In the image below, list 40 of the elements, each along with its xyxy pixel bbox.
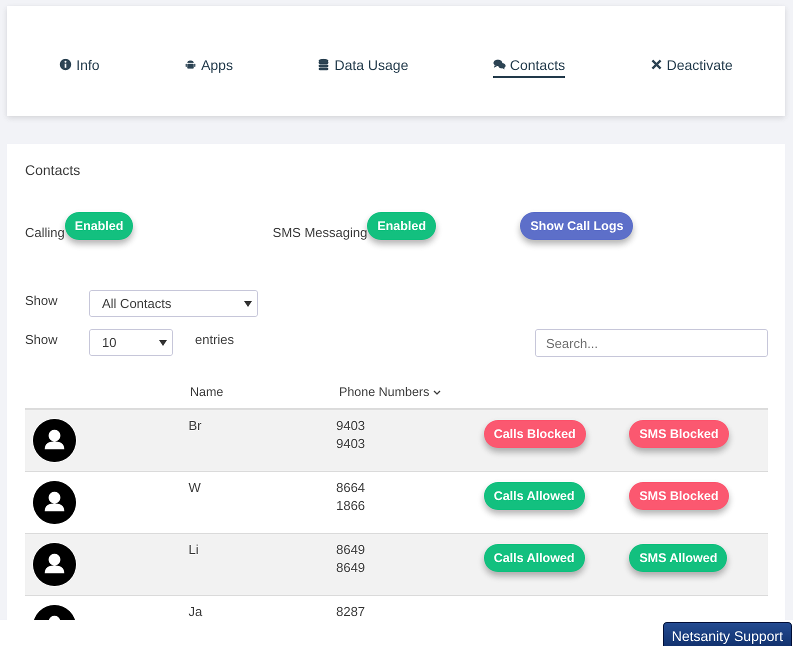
- contact-name: Br: [188, 418, 202, 433]
- tab[interactable]: Info: [59, 52, 100, 78]
- chat-icon: [492, 58, 506, 71]
- tab[interactable]: Deactivate: [650, 52, 733, 78]
- calling-label: Calling: [25, 225, 65, 240]
- info-icon: [59, 58, 72, 71]
- sms-label: SMS Messaging: [272, 225, 368, 240]
- database-icon: [317, 58, 330, 71]
- page-size-dropdown[interactable]: 10: [89, 329, 173, 356]
- call-logs-button[interactable]: Show Call Logs: [520, 212, 634, 240]
- caret-icon: [159, 340, 167, 346]
- phone-number: 9403: [336, 436, 366, 451]
- column-header[interactable]: Name: [190, 385, 339, 399]
- section-title: Contacts: [25, 162, 82, 178]
- support-button[interactable]: Netsanity Support: [662, 622, 792, 646]
- tab[interactable]: Apps: [184, 52, 233, 78]
- android-icon: [184, 58, 198, 71]
- phone-number: 8664: [336, 480, 366, 495]
- sort-caret-icon: [433, 390, 442, 394]
- contact-name: Ja: [188, 604, 202, 619]
- avatar-icon: [33, 481, 76, 524]
- filter-label: Show: [25, 293, 59, 308]
- contact-name: W: [188, 480, 201, 495]
- search-field[interactable]: Search...: [535, 329, 768, 357]
- page-size-label: Show: [25, 332, 59, 347]
- tab[interactable]: Data Usage: [317, 52, 408, 78]
- tab[interactable]: Contacts: [492, 52, 566, 78]
- phone-number: 9403: [336, 418, 366, 433]
- phone-number: 8287: [336, 604, 366, 619]
- contacts-filter-dropdown[interactable]: All Contacts: [89, 290, 258, 317]
- phone-number: 8649: [336, 542, 366, 557]
- caret-icon: [244, 300, 252, 306]
- avatar-icon: [33, 543, 76, 586]
- avatar-icon: [33, 419, 76, 462]
- close-icon: [650, 58, 663, 71]
- contact-name: Li: [188, 542, 199, 557]
- entries-label: entries: [195, 332, 234, 347]
- column-header[interactable]: Phone Numbers: [339, 385, 430, 399]
- phone-number: 8649: [336, 560, 366, 575]
- phone-number: 1866: [336, 498, 366, 513]
